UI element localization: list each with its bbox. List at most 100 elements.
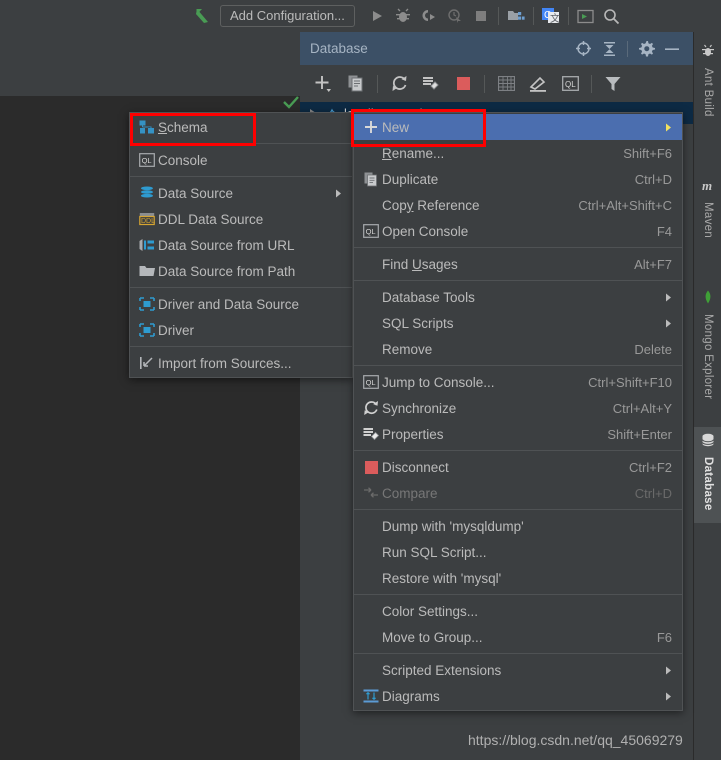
menu-item-rename[interactable]: Rename... Shift+F6 <box>354 140 682 166</box>
menu-accel-remove: Delete <box>634 341 672 357</box>
terminal-icon[interactable] <box>573 4 599 28</box>
menu-accel-open-console: F4 <box>656 223 672 239</box>
project-structure-icon[interactable] <box>503 4 529 28</box>
menu-item-data-source-from-url[interactable]: Data Source from URL <box>130 232 352 258</box>
menu-separator-2 <box>130 176 352 177</box>
console-ql-icon: QL <box>136 153 158 167</box>
menu-item-copy-reference[interactable]: Copy Reference Ctrl+Alt+Shift+C <box>354 192 682 218</box>
table-editor-icon[interactable] <box>490 71 522 97</box>
menu-item-open-console[interactable]: QL Open Console F4 <box>354 218 682 244</box>
run-coverage-icon[interactable] <box>416 4 442 28</box>
filter-icon[interactable] <box>597 71 629 97</box>
menu-label-sql-scripts: SQL Scripts <box>382 315 454 331</box>
menu-label-data-source-from-url: Data Source from URL <box>158 237 295 253</box>
add-configuration-button[interactable]: Add Configuration... <box>220 5 355 27</box>
menu-accel-disconnect: Ctrl+F2 <box>629 459 672 475</box>
menu-label-driver: Driver <box>158 322 194 338</box>
menu-item-data-source[interactable]: Data Source <box>130 180 352 206</box>
data-source-icon <box>136 186 158 200</box>
add-icon[interactable] <box>308 71 340 97</box>
menu-item-restore-with-mysql[interactable]: Restore with 'mysql' <box>354 565 682 591</box>
menu-item-diagrams[interactable]: Diagrams <box>354 683 682 709</box>
submenu-arrow-icon <box>662 319 672 328</box>
menu-item-driver-and-data-source[interactable]: Driver and Data Source <box>130 291 352 317</box>
stop-icon[interactable] <box>468 4 494 28</box>
sidebar-label-ant-build: Ant Build <box>702 68 714 117</box>
properties-icon[interactable] <box>415 71 447 97</box>
scroll-from-source-icon[interactable] <box>570 36 596 62</box>
sidebar-item-database[interactable]: Database <box>694 427 721 523</box>
menu-item-dump-with-mysqldump[interactable]: Dump with 'mysqldump' <box>354 513 682 539</box>
run-icon[interactable] <box>364 4 390 28</box>
folder-icon <box>136 264 158 278</box>
menu-label-find-usages: Find Usages <box>382 256 458 272</box>
console-ql-icon: QL <box>360 375 382 389</box>
menu-item-database-tools[interactable]: Database Tools <box>354 284 682 310</box>
sidebar-label-maven: Maven <box>702 202 714 239</box>
toolbar-divider-3 <box>591 74 592 93</box>
profile-icon[interactable] <box>442 4 468 28</box>
menu-item-move-to-group[interactable]: Move to Group... F6 <box>354 624 682 650</box>
search-everywhere-icon[interactable] <box>599 4 625 28</box>
svg-text:文: 文 <box>550 12 560 25</box>
svg-text:QL: QL <box>565 80 576 89</box>
menu-label-restore-with-mysql: Restore with 'mysql' <box>382 570 502 586</box>
duplicate-icon[interactable] <box>340 71 372 97</box>
menu-label-schema: Schema <box>158 119 208 135</box>
menu-label-rename: Rename... <box>382 145 445 161</box>
menu-item-driver[interactable]: Driver <box>130 317 352 343</box>
green-arrow-icon[interactable] <box>191 5 213 27</box>
menu-item-duplicate[interactable]: Duplicate Ctrl+D <box>354 166 682 192</box>
menu-item-import-from-sources[interactable]: Import from Sources... <box>130 350 352 376</box>
svg-text:m: m <box>702 178 712 192</box>
menu-item-ddl-data-source[interactable]: DDL DDL Data Source <box>130 206 352 232</box>
minimize-icon[interactable] <box>659 36 685 62</box>
menu-accel-copy-reference: Ctrl+Alt+Shift+C <box>578 197 672 213</box>
mongo-leaf-icon <box>702 290 714 309</box>
modify-icon[interactable] <box>522 71 554 97</box>
menu-accel-compare: Ctrl+D <box>634 485 672 501</box>
collapse-all-icon[interactable] <box>596 36 622 62</box>
gear-icon[interactable] <box>633 36 659 62</box>
right-tool-stripe: Ant Build m Maven Mongo Explorer Databas… <box>693 32 721 760</box>
console-ql-icon: QL <box>360 224 382 238</box>
menu-item-remove[interactable]: Remove Delete <box>354 336 682 362</box>
menu-item-color-settings[interactable]: Color Settings... <box>354 598 682 624</box>
menu-label-properties: Properties <box>382 426 444 442</box>
menu-item-data-source-from-path[interactable]: Data Source from Path <box>130 258 352 284</box>
properties-icon <box>360 426 382 442</box>
menu-item-new[interactable]: New <box>354 114 682 140</box>
driver-icon <box>136 297 158 311</box>
menu-item-find-usages[interactable]: Find Usages Alt+F7 <box>354 251 682 277</box>
menu-item-schema[interactable]: Schema <box>130 114 352 140</box>
menu-item-sql-scripts[interactable]: SQL Scripts <box>354 310 682 336</box>
import-icon <box>136 356 158 370</box>
google-translate-icon[interactable]: G 文 <box>538 4 564 28</box>
menu-label-dump-with-mysqldump: Dump with 'mysqldump' <box>382 518 524 534</box>
menu-item-properties[interactable]: Properties Shift+Enter <box>354 421 682 447</box>
toolbar-divider <box>497 7 499 25</box>
menu-label-console: Console <box>158 152 208 168</box>
refresh-icon[interactable] <box>383 71 415 97</box>
menu-accel-rename: Shift+F6 <box>623 145 672 161</box>
open-console-icon[interactable]: QL <box>554 71 586 97</box>
menu-item-run-sql-script[interactable]: Run SQL Script... <box>354 539 682 565</box>
menu-label-disconnect: Disconnect <box>382 459 449 475</box>
toolbar-divider-2 <box>532 7 534 25</box>
menu-label-move-to-group: Move to Group... <box>382 629 483 645</box>
disconnect-icon[interactable] <box>447 71 479 97</box>
menu-item-console[interactable]: QL Console <box>130 147 352 173</box>
menu-item-scripted-extensions[interactable]: Scripted Extensions <box>354 657 682 683</box>
menu-label-import-from-sources: Import from Sources... <box>158 355 292 371</box>
menu-item-disconnect[interactable]: Disconnect Ctrl+F2 <box>354 454 682 480</box>
menu-item-synchronize[interactable]: Synchronize Ctrl+Alt+Y <box>354 395 682 421</box>
schema-icon <box>136 120 158 134</box>
debug-icon[interactable] <box>390 4 416 28</box>
svg-text:DDL: DDL <box>141 218 155 225</box>
sidebar-item-maven[interactable]: m Maven <box>694 172 721 260</box>
menu-label-scripted-extensions: Scripted Extensions <box>382 662 502 678</box>
sidebar-item-ant-build[interactable]: Ant Build <box>694 38 721 130</box>
svg-text:QL: QL <box>366 227 376 236</box>
sidebar-item-mongo-explorer[interactable]: Mongo Explorer <box>694 284 721 412</box>
menu-item-jump-to-console[interactable]: QL Jump to Console... Ctrl+Shift+F10 <box>354 369 682 395</box>
